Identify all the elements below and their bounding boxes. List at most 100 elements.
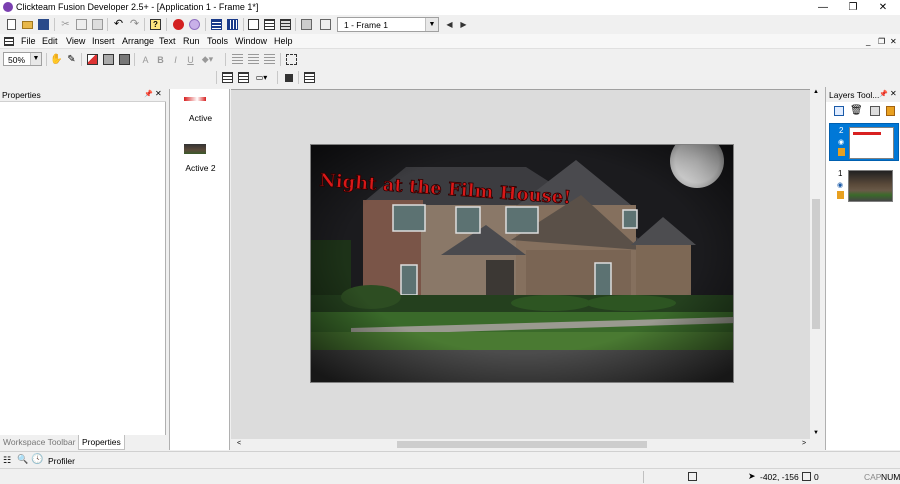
event-editor-button[interactable]	[262, 17, 277, 32]
layer-row-1[interactable]: 1 ◉	[829, 167, 899, 205]
new-file-button[interactable]	[4, 17, 19, 32]
list-item[interactable]: Active	[170, 93, 231, 131]
layout-button[interactable]	[246, 17, 261, 32]
scroll-up-icon[interactable]: ▲	[813, 89, 819, 95]
close-icon[interactable]: ✕	[890, 89, 897, 98]
properties-icon	[320, 19, 331, 30]
italic-button[interactable]: I	[168, 52, 183, 67]
menu-file[interactable]: File	[21, 36, 36, 46]
mdi-close-button[interactable]: ✕	[890, 37, 897, 46]
scroll-right-icon[interactable]: >	[802, 440, 806, 447]
undo-button[interactable]: ↶	[111, 17, 126, 32]
mdi-minimize-button[interactable]: _	[866, 37, 870, 46]
bold-button[interactable]: B	[153, 52, 168, 67]
lock-icon[interactable]	[838, 148, 845, 156]
help-button[interactable]: ?	[148, 17, 163, 32]
menu-help[interactable]: Help	[274, 36, 293, 46]
layers-title: Layers Tool...	[829, 90, 880, 100]
menu-tools[interactable]: Tools	[207, 36, 228, 46]
trash-icon[interactable]: 🗑	[850, 105, 863, 116]
search-icon[interactable]: 🔍	[17, 454, 28, 465]
chevron-down-icon[interactable]: ▼	[425, 18, 438, 31]
align-objects-button[interactable]	[302, 70, 317, 85]
fill-button[interactable]	[101, 52, 116, 67]
group-button[interactable]	[281, 70, 296, 85]
profiler-tab[interactable]: Profiler	[48, 456, 75, 466]
outline-button[interactable]	[117, 52, 132, 67]
stop-button[interactable]	[171, 17, 186, 32]
eye-icon[interactable]: ◉	[837, 181, 843, 189]
bring-front-button[interactable]	[220, 70, 235, 85]
scroll-down-icon[interactable]: ▼	[813, 430, 819, 436]
next-frame-button[interactable]: ▶	[456, 17, 471, 32]
scroll-left-icon[interactable]: <	[237, 440, 241, 447]
send-back-button[interactable]	[236, 70, 251, 85]
frame-selector[interactable]: 1 - Frame 1 ▼	[337, 17, 439, 32]
pen-tool-button[interactable]: ✎	[64, 52, 79, 67]
frame-editor-button[interactable]	[225, 17, 240, 32]
data-elements-button[interactable]	[299, 17, 314, 32]
text-color-button[interactable]: ◆▾	[200, 52, 215, 67]
zoom-fit-icon	[286, 54, 297, 65]
event-list-button[interactable]	[278, 17, 293, 32]
align-center-button[interactable]	[246, 52, 261, 67]
pin-icon[interactable]: 📌	[144, 90, 153, 98]
menu-text[interactable]: Text	[159, 36, 176, 46]
hand-tool-button[interactable]: ✋	[49, 52, 64, 67]
menu-insert[interactable]: Insert	[92, 36, 115, 46]
restore-button[interactable]: ❐	[838, 0, 868, 15]
object-properties-button[interactable]	[318, 17, 333, 32]
toolbar-separator	[225, 53, 226, 66]
arrange-menu-button[interactable]: ▭▾	[254, 70, 269, 85]
close-icon[interactable]: ✕	[155, 89, 162, 98]
menu-arrange[interactable]: Arrange	[122, 36, 154, 46]
vertical-scrollbar[interactable]: ▲ ▼	[810, 89, 822, 439]
tab-workspace-toolbar[interactable]: Workspace Toolbar	[0, 435, 78, 450]
frame-editor[interactable]: Night at the Film House!	[231, 89, 822, 439]
horizontal-scrollbar[interactable]: < >	[231, 439, 812, 450]
menu-run[interactable]: Run	[183, 36, 200, 46]
object-list: Active Active 2	[169, 89, 230, 450]
pin-icon[interactable]: 📌	[879, 90, 888, 98]
list-item[interactable]: Active 2	[170, 141, 231, 179]
house-backdrop-image[interactable]: Night at the Film House!	[311, 145, 734, 383]
open-button[interactable]	[20, 17, 35, 32]
horizontal-scroll-thumb[interactable]	[397, 441, 647, 448]
menu-view[interactable]: View	[66, 36, 85, 46]
layer-row-2[interactable]: 2 ◉	[829, 123, 899, 161]
menu-edit[interactable]: Edit	[42, 36, 58, 46]
cut-button[interactable]: ✂	[58, 17, 73, 32]
underline-button[interactable]: U	[183, 52, 198, 67]
minimize-button[interactable]: —	[808, 0, 838, 15]
copy-button[interactable]	[74, 17, 89, 32]
record-button[interactable]	[187, 17, 202, 32]
storyboard-button[interactable]	[209, 17, 224, 32]
add-layer-icon[interactable]	[834, 106, 844, 116]
folder-icon	[22, 20, 33, 29]
align-left-button[interactable]	[230, 52, 245, 67]
layer-options-icon[interactable]	[870, 106, 880, 116]
redo-button[interactable]: ↷	[127, 17, 142, 32]
document-icon[interactable]	[4, 37, 14, 46]
caps-indicator: CAP	[864, 472, 882, 482]
font-button[interactable]: A	[138, 52, 153, 67]
menu-window[interactable]: Window	[235, 36, 267, 46]
lock-icon[interactable]	[837, 191, 844, 199]
chevron-down-icon[interactable]: ▼	[30, 53, 41, 65]
mdi-restore-button[interactable]: ❐	[878, 37, 885, 46]
clock-icon[interactable]: 🕓	[31, 454, 43, 465]
eye-icon[interactable]: ◉	[838, 138, 844, 146]
lock-icon[interactable]	[886, 106, 895, 116]
previous-frame-button[interactable]: ◀	[442, 17, 457, 32]
color-button[interactable]	[85, 52, 100, 67]
tab-properties[interactable]: Properties	[78, 435, 125, 450]
save-button[interactable]	[36, 17, 51, 32]
filter-icon[interactable]: ☷	[3, 455, 11, 466]
align-right-button[interactable]	[262, 52, 277, 67]
paste-button[interactable]	[90, 17, 105, 32]
frame-canvas[interactable]: Night at the Film House!	[310, 144, 734, 383]
zoom-fit-button[interactable]	[284, 52, 299, 67]
close-button[interactable]: ✕	[868, 0, 898, 15]
vertical-scroll-thumb[interactable]	[812, 199, 820, 329]
zoom-selector[interactable]: 50% ▼	[3, 52, 42, 66]
